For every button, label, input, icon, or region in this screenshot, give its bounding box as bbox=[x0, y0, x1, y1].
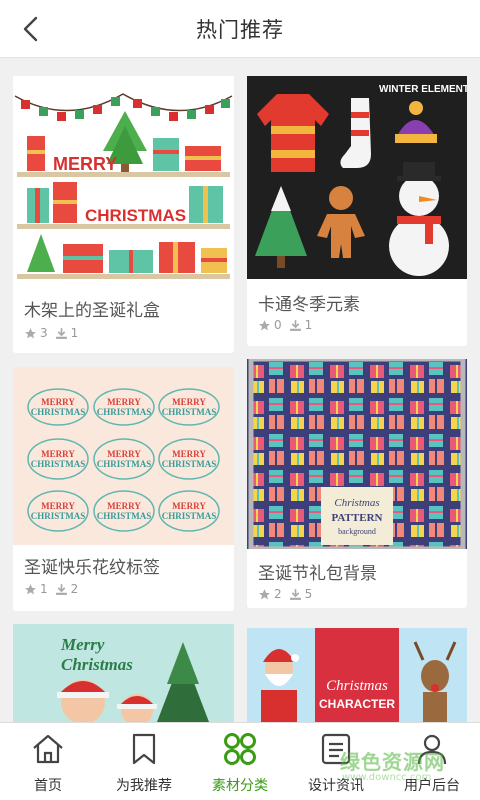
card-stats: 0 1 bbox=[258, 318, 319, 332]
like-count: 3 bbox=[40, 326, 48, 340]
thumbnail-caption: MERRY bbox=[172, 501, 206, 511]
thumbnail-caption: CHRISTMAS bbox=[85, 206, 186, 225]
thumbnail-caption: CHRISTMAS bbox=[97, 407, 152, 417]
thumbnail-caption: MERRY bbox=[41, 501, 75, 511]
nav-label: 素材分类 bbox=[212, 778, 268, 794]
star-icon bbox=[259, 319, 270, 330]
material-card[interactable]: MERRY CHRISTMAS 木架上的圣诞礼盒 3 1 bbox=[13, 76, 234, 353]
thumbnail-caption: Christmas bbox=[326, 678, 388, 694]
material-card[interactable]: Christmas CHARACTER bbox=[247, 628, 467, 722]
thumbnail-caption: background bbox=[338, 527, 376, 536]
thumbnail-caption: Christmas bbox=[61, 655, 133, 674]
bookmark-icon bbox=[126, 731, 162, 767]
card-thumbnail: WINTER ELEMENTS bbox=[247, 76, 467, 279]
download-count: 1 bbox=[304, 318, 313, 332]
thumbnail-caption: CHRISTMAS bbox=[162, 459, 217, 469]
thumbnail-caption: CHRISTMAS bbox=[97, 511, 152, 521]
like-count: 2 bbox=[274, 587, 282, 601]
card-title: 圣诞快乐花纹标签 bbox=[24, 558, 160, 578]
nav-label: 首页 bbox=[34, 778, 62, 794]
watermark-url: www.downcc.com bbox=[342, 772, 432, 783]
card-title: 卡通冬季元素 bbox=[258, 295, 360, 315]
thumbnail-caption: MERRY bbox=[172, 397, 206, 407]
star-icon bbox=[25, 583, 36, 594]
top-bar: 热门推荐 bbox=[0, 0, 480, 58]
material-card[interactable]: Christmas PATTERN background 圣诞节礼包背景 2 5 bbox=[247, 359, 467, 608]
download-count: 5 bbox=[304, 587, 313, 601]
thumbnail-caption: MERRY bbox=[172, 449, 206, 459]
download-icon bbox=[55, 327, 67, 339]
nav-item-categories[interactable]: 素材分类 bbox=[192, 723, 288, 800]
star-icon bbox=[259, 588, 270, 599]
thumbnail-caption: CHRISTMAS bbox=[97, 459, 152, 469]
card-title: 木架上的圣诞礼盒 bbox=[24, 301, 160, 321]
card-stats: 3 1 bbox=[24, 326, 85, 340]
thumbnail-caption: CHRISTMAS bbox=[31, 407, 86, 417]
thumbnail-caption: WINTER ELEMENTS bbox=[379, 84, 467, 95]
card-thumbnail: MERRY CHRISTMAS MERRY CHRISTMAS MERRY CHRIS… bbox=[13, 367, 234, 545]
thumbnail-caption: MERRY bbox=[107, 501, 141, 511]
material-card[interactable]: MERRY CHRISTMAS MERRY CHRISTMAS MERRY CHRIS… bbox=[13, 367, 234, 611]
thumbnail-caption: CHRISTMAS bbox=[162, 407, 217, 417]
watermark-text: 绿色资源网 bbox=[340, 750, 445, 774]
download-icon bbox=[289, 588, 301, 600]
card-thumbnail: Merry Christmas bbox=[13, 624, 234, 722]
thumbnail-caption: Christmas bbox=[334, 497, 379, 509]
thumbnail-caption: MERRY bbox=[53, 154, 117, 174]
page-title: 热门推荐 bbox=[196, 18, 284, 42]
card-stats: 2 5 bbox=[258, 587, 319, 601]
thumbnail-caption: CHRISTMAS bbox=[31, 511, 86, 521]
card-thumbnail: MERRY CHRISTMAS bbox=[13, 76, 234, 281]
card-thumbnail: Christmas CHARACTER bbox=[247, 628, 467, 722]
like-count: 1 bbox=[40, 582, 48, 596]
nav-item-home[interactable]: 首页 bbox=[0, 723, 96, 800]
thumbnail-caption: MERRY bbox=[107, 449, 141, 459]
card-title: 圣诞节礼包背景 bbox=[258, 564, 377, 584]
thumbnail-caption: CHARACTER bbox=[319, 697, 395, 711]
card-thumbnail: Christmas PATTERN background bbox=[247, 359, 467, 549]
thumbnail-caption: MERRY bbox=[41, 397, 75, 407]
thumbnail-caption: CHRISTMAS bbox=[31, 459, 86, 469]
download-icon bbox=[289, 319, 301, 331]
download-count: 1 bbox=[70, 326, 79, 340]
thumbnail-caption: PATTERN bbox=[332, 512, 383, 524]
grid-icon bbox=[222, 731, 258, 767]
thumbnail-caption: MERRY bbox=[107, 397, 141, 407]
nav-item-recommend[interactable]: 为我推荐 bbox=[96, 723, 192, 800]
nav-label: 为我推荐 bbox=[116, 778, 172, 794]
download-count: 2 bbox=[70, 582, 79, 596]
material-card[interactable]: Merry Christmas bbox=[13, 624, 234, 722]
home-icon bbox=[30, 731, 66, 767]
thumbnail-caption: MERRY bbox=[41, 449, 75, 459]
thumbnail-caption: CHRISTMAS bbox=[162, 511, 217, 521]
card-stats: 1 2 bbox=[24, 582, 85, 596]
material-card[interactable]: WINTER ELEMENTS 卡通冬季元素 0 1 bbox=[247, 76, 467, 346]
download-icon bbox=[55, 583, 67, 595]
thumbnail-caption: Merry bbox=[60, 635, 105, 654]
star-icon bbox=[25, 327, 36, 338]
like-count: 0 bbox=[274, 318, 282, 332]
